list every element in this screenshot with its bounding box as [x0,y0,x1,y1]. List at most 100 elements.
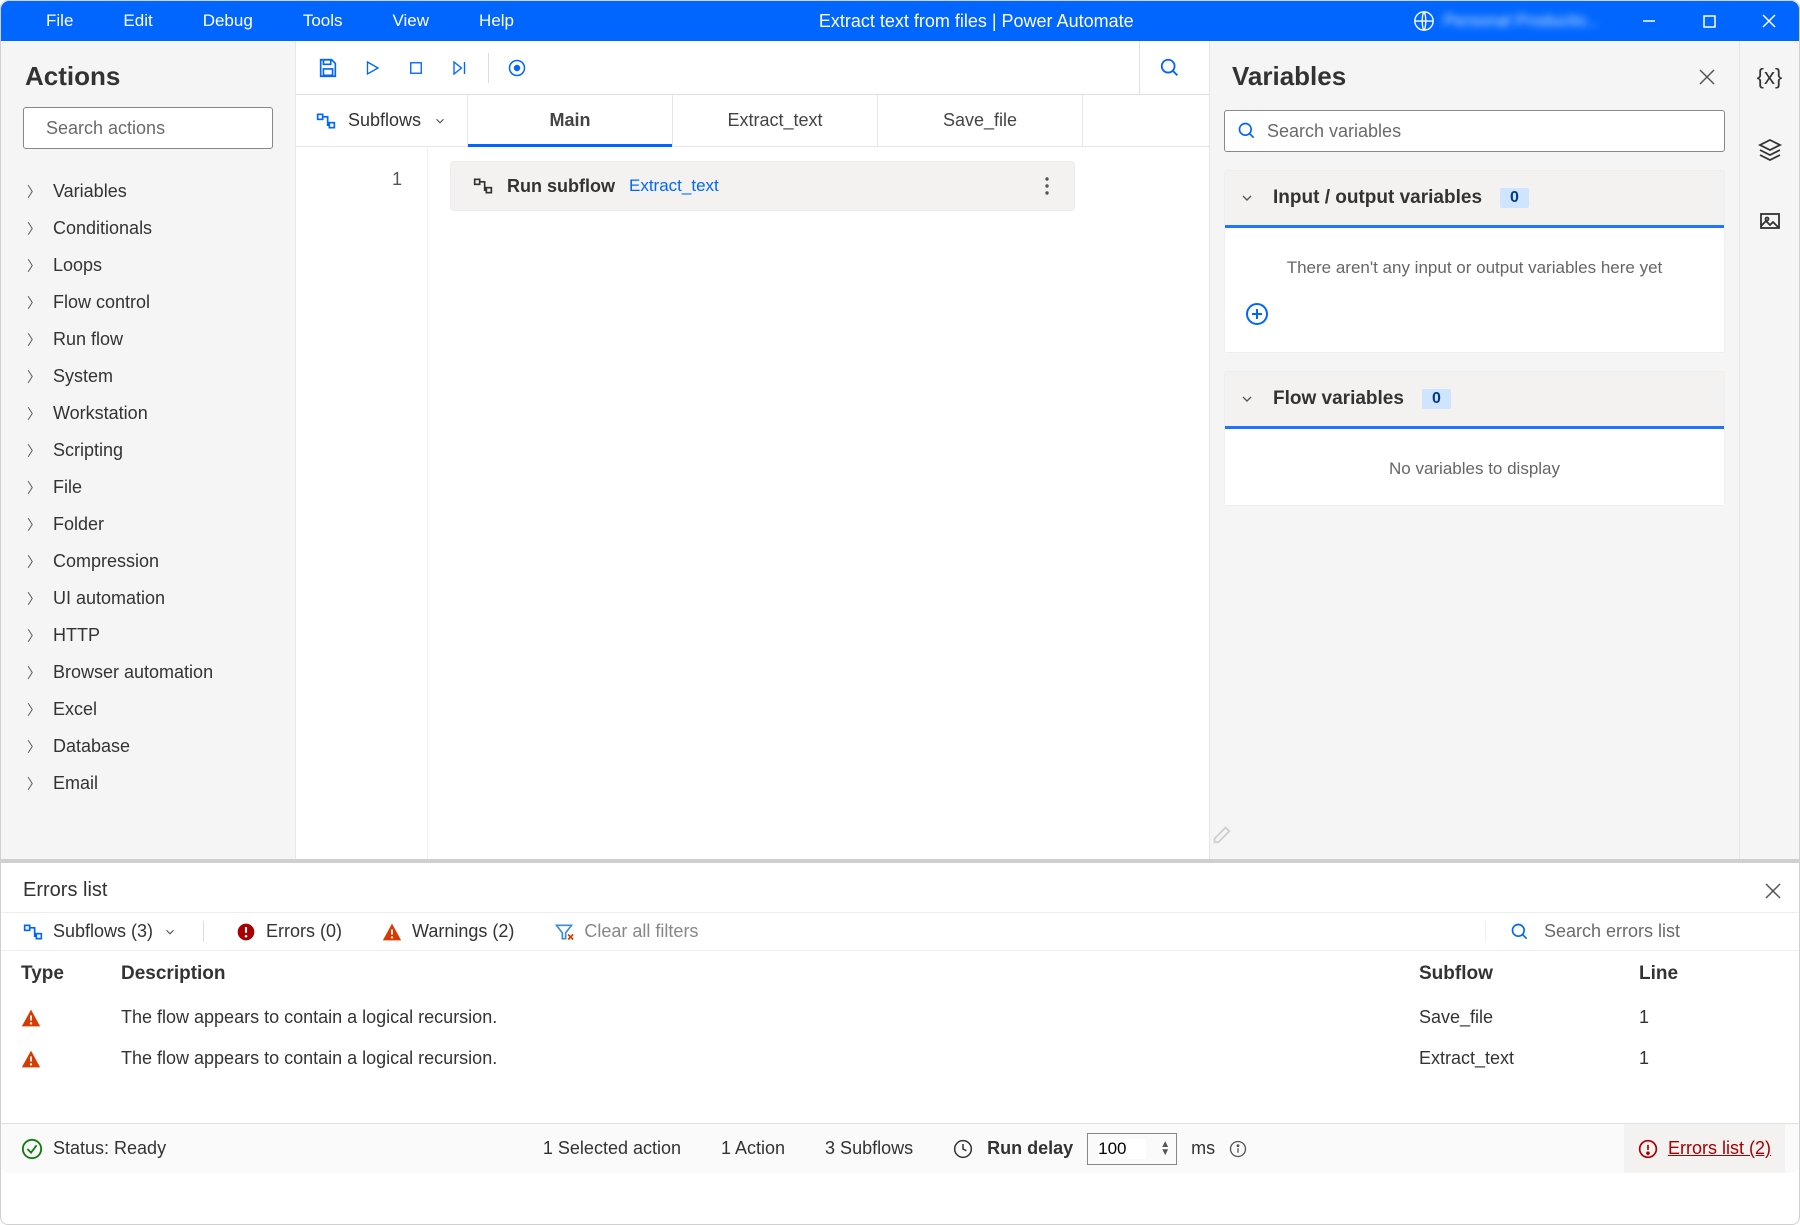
spinner-buttons[interactable]: ▲▼ [1160,1141,1170,1157]
warning-icon [382,922,402,942]
action-category-label: System [53,366,113,387]
errors-title: Errors list [23,879,1765,902]
filter-warnings[interactable]: Warnings (2) [374,921,522,942]
info-icon[interactable] [1229,1140,1247,1158]
action-category[interactable]: 〉Excel [21,691,285,728]
flow-variables-title: Flow variables [1273,388,1404,410]
action-category[interactable]: 〉Database [21,728,285,765]
menu-file[interactable]: File [21,1,98,41]
errors-list-link[interactable]: Errors list (2) [1624,1124,1785,1173]
variables-close-button[interactable] [1693,63,1721,91]
flow-variables-empty-text: No variables to display [1245,459,1704,479]
errors-search[interactable] [1485,921,1785,942]
action-category[interactable]: 〉Compression [21,543,285,580]
status-selected: 1 Selected action [543,1138,681,1159]
errors-search-input[interactable] [1544,921,1785,942]
action-category[interactable]: 〉Run flow [21,321,285,358]
io-variables-toggle[interactable]: Input / output variables 0 [1225,171,1724,225]
menu-view[interactable]: View [368,1,455,41]
step-button[interactable] [438,46,482,90]
save-button[interactable] [306,46,350,90]
run-delay-value[interactable] [1098,1139,1146,1159]
step-card[interactable]: Run subflow Extract_text [450,161,1075,211]
maximize-button[interactable] [1679,1,1739,41]
error-row[interactable]: The flow appears to contain a logical re… [1,997,1799,1038]
action-category[interactable]: 〉Browser automation [21,654,285,691]
run-button[interactable] [350,46,394,90]
account-info[interactable]: Personal Productiv... [1413,10,1619,32]
menu-debug[interactable]: Debug [178,1,278,41]
window-title: Extract text from files | Power Automate [539,11,1413,32]
action-category[interactable]: 〉HTTP [21,617,285,654]
step-target-link[interactable]: Extract_text [629,176,719,196]
filter-errors-label: Errors (0) [266,921,342,942]
error-outline-icon [1638,1139,1658,1159]
action-category-label: Run flow [53,329,123,350]
tab-save-file[interactable]: Save_file [878,95,1083,146]
flow-variables-toggle[interactable]: Flow variables 0 [1225,372,1724,426]
actions-search-input[interactable] [46,118,278,139]
close-icon [1765,883,1781,899]
eraser-button[interactable] [1210,823,1739,849]
action-category[interactable]: 〉Loops [21,247,285,284]
action-category[interactable]: 〉UI automation [21,580,285,617]
check-circle-icon [21,1138,43,1160]
rail-images-button[interactable] [1752,203,1788,239]
editor-search-button[interactable] [1139,41,1199,95]
tab-extract-text[interactable]: Extract_text [673,95,878,146]
flow-steps[interactable]: Run subflow Extract_text [428,147,1209,859]
clear-filters-button[interactable]: Clear all filters [546,921,706,942]
action-category[interactable]: 〉System [21,358,285,395]
add-io-variable-button[interactable] [1245,302,1704,326]
variables-search-input[interactable] [1267,121,1712,142]
action-category-label: Browser automation [53,662,213,683]
action-category[interactable]: 〉Workstation [21,395,285,432]
action-category[interactable]: 〉Folder [21,506,285,543]
window-controls [1619,1,1799,41]
error-row[interactable]: The flow appears to contain a logical re… [1,1038,1799,1079]
chevron-down-icon [1239,391,1255,407]
variables-search[interactable] [1224,110,1725,152]
flow-canvas: 1 Run subflow Extract_text [296,147,1209,859]
action-category[interactable]: 〉Flow control [21,284,285,321]
rail-variables-button[interactable]: {x} [1752,59,1788,95]
flow-variables-body: No variables to display [1225,426,1724,505]
action-category-label: Database [53,736,130,757]
action-category[interactable]: 〉Variables [21,173,285,210]
braces-icon: {x} [1757,64,1783,90]
action-category[interactable]: 〉File [21,469,285,506]
step-more-button[interactable] [1032,171,1062,201]
filter-subflows-label: Subflows (3) [53,921,153,942]
chevron-right-icon: 〉 [27,293,41,313]
run-delay-input[interactable]: ▲▼ [1087,1133,1177,1165]
subflows-dropdown[interactable]: Subflows [296,95,468,146]
action-category[interactable]: 〉Conditionals [21,210,285,247]
stop-button[interactable] [394,46,438,90]
filter-subflows[interactable]: Subflows (3) [15,921,204,942]
error-description: The flow appears to contain a logical re… [121,1048,1419,1069]
action-category[interactable]: 〉Email [21,765,285,802]
errors-close-button[interactable] [1765,883,1781,899]
rail-layers-button[interactable] [1752,131,1788,167]
action-category-label: UI automation [53,588,165,609]
menu-edit[interactable]: Edit [98,1,177,41]
errors-columns: Type Description Subflow Line [1,951,1799,997]
titlebar: File Edit Debug Tools View Help Extract … [1,1,1799,41]
action-category-label: Compression [53,551,159,572]
close-button[interactable] [1739,1,1799,41]
close-icon [1699,69,1715,85]
menu-help[interactable]: Help [454,1,539,41]
menu-tools[interactable]: Tools [278,1,368,41]
filter-warnings-label: Warnings (2) [412,921,514,942]
line-gutter: 1 [296,147,428,859]
right-rail: {x} [1739,41,1799,859]
status-ready-text: Status: Ready [53,1138,166,1159]
tab-main[interactable]: Main [468,95,673,146]
record-button[interactable] [495,46,539,90]
main-menu: File Edit Debug Tools View Help [1,1,539,41]
minimize-button[interactable] [1619,1,1679,41]
filter-errors[interactable]: Errors (0) [228,921,350,942]
actions-search[interactable] [23,107,273,149]
account-name: Personal Productiv... [1443,11,1599,31]
action-category[interactable]: 〉Scripting [21,432,285,469]
